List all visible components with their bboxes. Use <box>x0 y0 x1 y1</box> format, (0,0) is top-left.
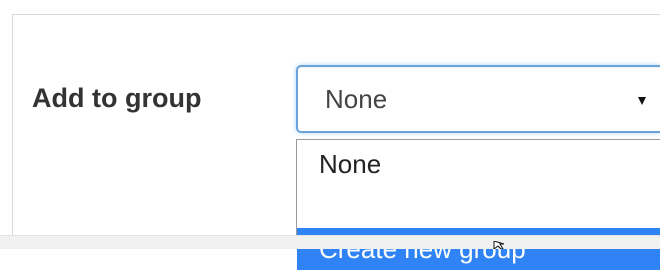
panel-left-border <box>12 14 13 235</box>
group-select-value: None <box>325 84 388 114</box>
option-none[interactable]: None <box>297 143 660 185</box>
group-select[interactable]: None <box>296 65 660 133</box>
panel-footer-band <box>0 235 660 249</box>
form-panel: Add to group None None Create new group <box>0 0 660 270</box>
triangle-down-icon <box>638 97 646 105</box>
group-select-dropdown: None Create new group <box>296 139 660 270</box>
mouse-pointer-icon <box>493 241 505 249</box>
panel-top-border <box>12 14 660 15</box>
add-to-group-label: Add to group <box>32 83 202 113</box>
